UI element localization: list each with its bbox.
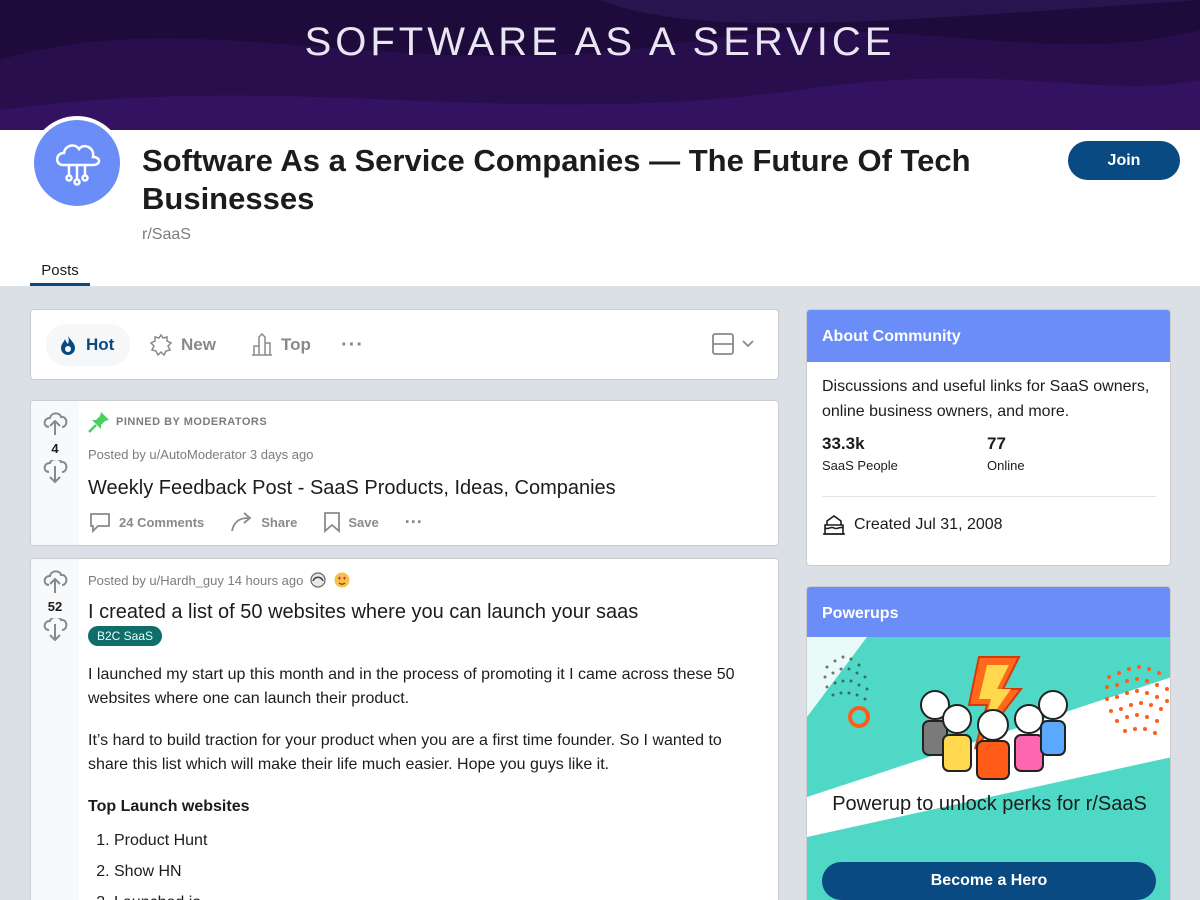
powerups-illustration <box>807 637 1170 900</box>
post-card[interactable]: 4 PINNED BY MODERATORS Posted by u/AutoM… <box>30 400 779 546</box>
community-title: Software As a Service Companies — The Fu… <box>142 143 971 216</box>
vote-count: 4 <box>51 441 59 456</box>
launch-list: Product Hunt Show HN Launched.io <box>88 829 758 900</box>
post-card[interactable]: 52 Posted by u/Hardh_guy 14 hours ago I … <box>30 558 779 900</box>
sort-top-label: Top <box>281 335 311 354</box>
list-heading: Top Launch websites <box>88 798 250 815</box>
cloud-network-icon <box>34 120 120 206</box>
post-flair-wrap: B2C SaaS <box>88 626 163 646</box>
post-meta: Posted by u/AutoModerator 3 days ago <box>88 447 313 462</box>
post-more-button[interactable]: ··· <box>405 512 423 533</box>
downvote-icon[interactable] <box>41 618 69 644</box>
pin-icon <box>88 412 109 433</box>
post-meta: Posted by u/Hardh_guy 14 hours ago <box>88 571 351 589</box>
vote-column: 4 <box>31 401 79 545</box>
bookmark-icon <box>324 512 341 533</box>
sort-hot-label: Hot <box>86 335 115 354</box>
comments-label: 24 Comments <box>119 514 205 530</box>
sort-new-button[interactable]: New <box>149 324 216 366</box>
post-paragraph: I launched my start up this month and in… <box>88 666 735 707</box>
chevron-down-icon <box>742 340 754 348</box>
flame-icon <box>61 336 75 355</box>
downvote-icon[interactable] <box>41 460 69 486</box>
members-label: SaaS People <box>822 458 898 473</box>
online-label: Online <box>987 458 1025 473</box>
created-date: Created Jul 31, 2008 <box>822 514 1003 536</box>
banner-title: SOFTWARE AS A SERVICE <box>304 20 896 64</box>
heart-eyes-award-icon <box>334 572 350 588</box>
share-icon <box>231 512 252 532</box>
pinned-label: PINNED BY MODERATORS <box>116 416 268 428</box>
sort-bar: Hot New Top ··· <box>30 309 779 380</box>
sort-top-button[interactable]: Top <box>251 324 311 366</box>
powerups-card: Powerups Powerup to unlock perks for r/S… <box>806 586 1171 900</box>
award-icon <box>310 572 326 588</box>
upvote-icon[interactable] <box>41 569 69 595</box>
about-description: Discussions and useful links for SaaS ow… <box>822 378 1150 420</box>
upvote-icon[interactable] <box>41 411 69 437</box>
powerups-text: Powerup to unlock perks for r/SaaS <box>832 793 1147 815</box>
about-community-card: About Community Discussions and useful l… <box>806 309 1171 566</box>
comments-button[interactable]: 24 Comments <box>88 511 204 533</box>
comment-icon <box>90 513 110 533</box>
community-name[interactable]: r/SaaS <box>142 226 191 244</box>
post-flair[interactable]: B2C SaaS <box>88 626 163 646</box>
save-label: Save <box>348 514 379 530</box>
tab-posts[interactable]: Posts <box>30 258 90 286</box>
list-item: Show HN <box>114 860 758 884</box>
community-header: Software As a Service Companies — The Fu… <box>0 116 1200 286</box>
divider <box>822 496 1156 497</box>
become-hero-button[interactable]: Become a Hero <box>822 862 1156 900</box>
sparkle-badge-icon <box>149 333 173 357</box>
pinned-indicator: PINNED BY MODERATORS <box>88 411 267 433</box>
post-title[interactable]: I created a list of 50 websites where yo… <box>88 599 768 625</box>
top-chart-icon <box>252 333 272 356</box>
members-count: 33.3k <box>822 434 865 453</box>
cake-icon <box>823 515 845 535</box>
created-label: Created Jul 31, 2008 <box>854 516 1003 533</box>
sort-more-button[interactable]: ··· <box>341 324 364 366</box>
sort-new-label: New <box>181 335 216 354</box>
powerup-heroes-illustration <box>807 637 1170 900</box>
list-item: Launched.io <box>114 891 758 900</box>
post-meta-text[interactable]: Posted by u/Hardh_guy 14 hours ago <box>88 573 303 588</box>
join-button[interactable]: Join <box>1068 141 1180 180</box>
post-meta-text[interactable]: Posted by u/AutoModerator 3 days ago <box>88 447 313 462</box>
card-view-icon <box>712 333 734 355</box>
list-item: Product Hunt <box>114 829 758 853</box>
community-avatar <box>30 116 124 210</box>
share-label: Share <box>261 514 298 530</box>
post-actions: 24 Comments Share Save ··· <box>88 511 423 533</box>
post-paragraph: It’s hard to build traction for your pro… <box>88 732 722 773</box>
post-content: I launched my start up this month and in… <box>88 663 758 900</box>
vote-column: 52 <box>31 559 79 900</box>
share-button[interactable]: Share <box>230 511 297 533</box>
about-heading: About Community <box>807 310 1170 362</box>
online-stat: 77 Online <box>987 434 1025 473</box>
community-banner: SOFTWARE AS A SERVICE <box>0 0 1200 130</box>
post-title[interactable]: Weekly Feedback Post - SaaS Products, Id… <box>88 475 768 501</box>
online-count: 77 <box>987 434 1006 453</box>
view-layout-toggle[interactable] <box>711 332 755 356</box>
powerups-heading: Powerups <box>807 587 1170 639</box>
sort-hot-button[interactable]: Hot <box>46 324 130 366</box>
members-stat: 33.3k SaaS People <box>822 434 898 473</box>
vote-count: 52 <box>47 599 63 614</box>
save-button[interactable]: Save <box>323 511 379 533</box>
